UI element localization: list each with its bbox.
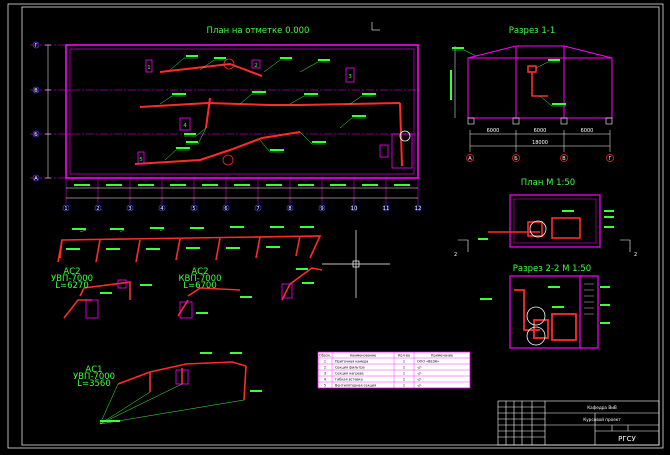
row-axis-label: А [34,176,38,182]
column-axis-label: 9 [320,206,323,212]
plan-leaders [159,57,376,161]
spec-cell: 1 [324,360,326,364]
plan-m150-callout [529,220,547,238]
spec-cell: ООО «ВЕЗА» [417,360,439,364]
column-axis-label: 2 [96,206,99,212]
section-1-1-building [467,45,613,119]
spec-cell: Секция нагрева [335,372,364,376]
section-span-dim: 6000 [534,128,547,134]
section-1-1-label-stubs [450,47,566,105]
section-1-1-ducts [527,65,548,97]
plan-bottom-dimension-values [74,184,410,186]
plan-m150-title: План М 1:50 [521,178,575,188]
spec-cell: 2 [324,366,326,370]
axonometric-label-stubs [66,226,314,422]
section-1-1-axis-markers [466,154,614,162]
plan-m150-walls [509,194,601,248]
spec-cell: -//- [417,384,423,388]
section-1-1-dims [454,46,611,152]
section-cut-label: 2 [454,252,457,258]
spec-cell: Секция фильтра [335,366,365,370]
section-axis-label: А [468,156,472,162]
section-axis-label: В [562,156,566,162]
spec-cell: -//- [417,378,423,382]
section-axis-label: Б [514,156,518,162]
column-axis-label: 11 [383,206,389,212]
spec-cell: 1 [403,384,405,388]
plan-column-axes [65,178,419,204]
plan-left-dimension-chain [45,44,51,179]
row-axis-label: В [34,88,38,94]
equipment-tag: 1 [147,65,151,71]
system-2-length: L=6700 [183,281,217,291]
spec-cell: 1 [403,372,405,376]
plan-walls [65,44,419,179]
spec-cell: 1 [403,360,405,364]
spec-header: Примечание [431,354,453,358]
plan-title: План на отметке 0.000 [207,26,310,36]
spec-cell: 2 [403,378,405,382]
column-axis-label: 1 [64,206,67,212]
section-cut-label: 2 [634,252,637,258]
spec-cell: 4 [324,378,326,382]
spec-header: Наименование [350,354,376,358]
spec-cell: 1 [403,366,405,370]
system-3-length: L=3560 [77,379,111,389]
section-1-1-columns [467,117,613,125]
section-cut-mark-top [371,22,380,31]
section-span-dim: 6000 [581,128,594,134]
section-1-1-title: Разрез 1-1 [509,26,556,36]
cad-drawing: План на отметке 0.000 Г В Б А 1 2 3 4 5 … [7,3,664,449]
section-2-2-callouts [526,306,546,346]
column-axis-label: 12 [415,206,421,212]
section-total-dim: 18000 [532,140,548,146]
spec-cell: 5 [324,384,326,388]
spec-header: Обозн. [319,354,331,358]
column-axis-label: 7 [256,206,259,212]
column-axis-label: 3 [128,206,131,212]
title-block-line-2: Курсовой проект [583,417,621,422]
column-axis-label: 5 [192,206,195,212]
cursor-crosshair-icon [322,230,390,298]
plan-row-axis-markers [32,41,40,182]
column-axis-label: 8 [288,206,291,212]
section-axis-label: Г [608,156,611,162]
section-2-2-grille [584,283,594,315]
spec-cell: 3 [324,372,326,376]
spec-cell: Приточная камера [335,360,368,364]
spec-header: Кол-во [398,354,410,358]
column-axis-label: 6 [224,206,227,212]
column-axis-label: 10 [351,206,357,212]
plan-column-axis-markers [62,204,422,212]
equipment-tag: 4 [183,123,187,129]
row-axis-label: Б [34,132,38,138]
title-block-org: РГСУ [618,435,636,443]
spec-cell: Вентиляторная секция [335,384,376,388]
column-axis-label: 4 [160,206,163,212]
title-block-line-1: Кафедра ВиВ [587,405,617,410]
plan-bottom-dimension-chain [66,187,418,199]
equipment-tag: 2 [254,63,258,69]
system-1-length: L=6270 [55,281,89,291]
equipment-tag: 3 [348,74,352,80]
spec-cell: -//- [417,372,423,376]
row-axis-label: Г [34,43,37,49]
equipment-tag: 5 [139,157,143,163]
section-span-dim: 6000 [487,128,500,134]
plan-m150-ducts [488,217,581,239]
plan-m150-label-stubs [478,210,614,240]
plan-m150-section-marks [458,239,631,252]
spec-cell: -//- [417,366,423,370]
axonometric-leaders [79,228,245,425]
spec-cell: Гибкая вставка [335,378,363,382]
section-2-2-title: Разрез 2-2 М 1:50 [513,264,591,274]
